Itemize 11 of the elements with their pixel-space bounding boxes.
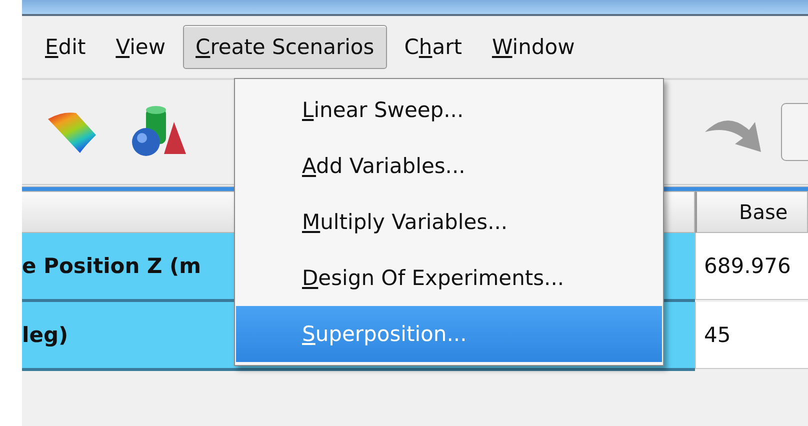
menu-item[interactable]: Add Variables... xyxy=(236,138,662,194)
menu-item[interactable]: Window xyxy=(478,25,588,69)
menu-item[interactable]: Chart xyxy=(391,25,475,69)
toolbar-button[interactable] xyxy=(781,103,808,161)
table-cell: 689.976 xyxy=(695,233,808,300)
column-header: Base xyxy=(695,191,808,233)
menu-item[interactable]: Create Scenarios xyxy=(182,25,388,69)
table-cell: 45 xyxy=(695,302,808,369)
menu-item[interactable]: Edit xyxy=(32,25,99,69)
menu-item[interactable]: View xyxy=(102,25,179,69)
menu-item[interactable]: Linear Sweep... xyxy=(236,82,662,138)
